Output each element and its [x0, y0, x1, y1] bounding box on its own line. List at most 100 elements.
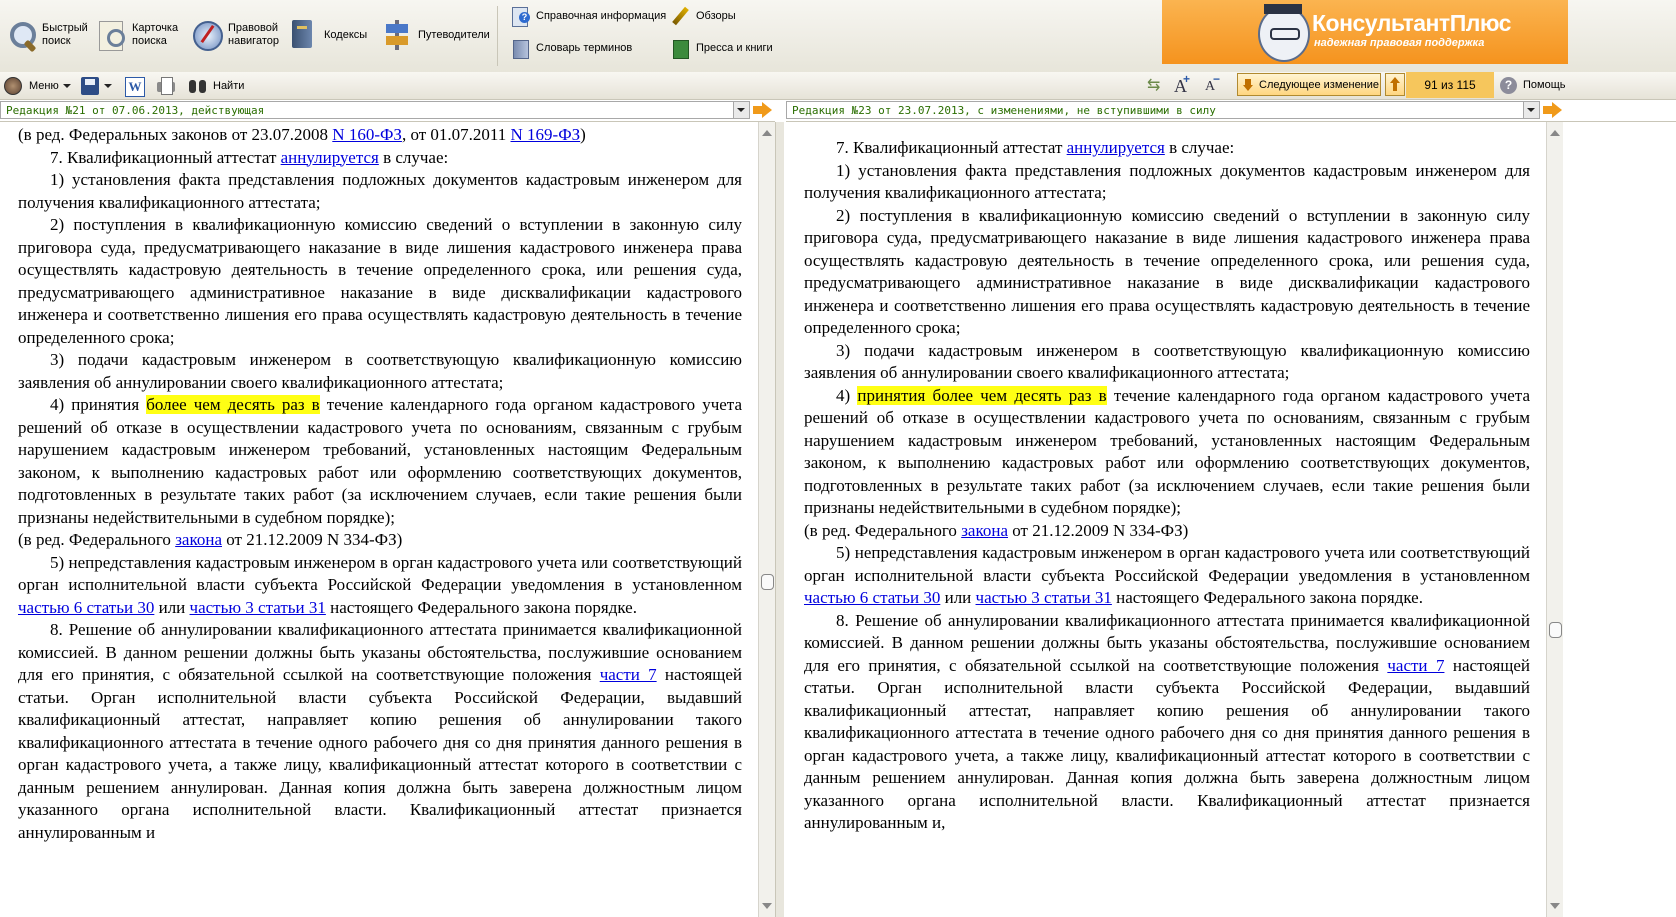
press-books-label: Пресса и книги	[696, 42, 773, 54]
right-document-text: 7. Квалификационный аттестат аннулируетс…	[804, 137, 1530, 835]
part-link[interactable]: части 7	[600, 665, 657, 684]
list-item-1: 1) установления факта представления подл…	[804, 160, 1530, 203]
quick-search-button[interactable]: Быстрый поиск	[4, 14, 88, 56]
chevron-down-icon[interactable]	[733, 102, 749, 118]
dictionary-icon	[510, 38, 530, 59]
menu-label: Меню	[29, 79, 59, 92]
right-go-arrow-icon[interactable]	[1542, 101, 1564, 119]
quick-search-label: Быстрый поиск	[42, 22, 88, 47]
scroll-thumb[interactable]	[1549, 622, 1562, 638]
scroll-up-icon[interactable]	[1550, 130, 1560, 136]
left-go-arrow-icon[interactable]	[752, 101, 774, 119]
article-link[interactable]: частью 3 статьи 31	[190, 598, 326, 617]
consultant-plus-logo: КонсультантПлюс надежная правовая поддер…	[1162, 0, 1568, 64]
printer-icon	[156, 76, 176, 96]
card-search-button[interactable]: Карточка поиска	[94, 14, 178, 56]
annulment-link[interactable]: аннулируется	[1067, 138, 1165, 157]
previous-change-button[interactable]	[1385, 73, 1405, 96]
amendment-note: (в ред. Федерального закона от 21.12.200…	[18, 530, 403, 549]
menu-button[interactable]: Меню	[3, 75, 71, 96]
find-label: Найти	[213, 79, 245, 92]
signpost-icon	[380, 18, 414, 52]
right-scrollbar[interactable]	[1546, 122, 1563, 917]
toolbar-divider	[497, 6, 498, 66]
law-link[interactable]: закона	[961, 521, 1008, 540]
next-change-button[interactable]: Следующее изменение	[1237, 73, 1381, 96]
zoom-in-button[interactable]	[1172, 72, 1192, 97]
scroll-down-icon[interactable]	[762, 903, 772, 909]
legal-navigator-label: Правовой навигатор	[228, 22, 279, 47]
print-button[interactable]	[156, 75, 176, 96]
sync-arrows-icon	[1146, 75, 1166, 96]
left-edition-select[interactable]: Редакция №21 от 07.06.2013, действующая	[0, 101, 750, 119]
word-icon	[124, 76, 145, 97]
help-icon: ?	[1500, 76, 1517, 94]
part-link[interactable]: части 7	[1387, 656, 1444, 675]
professor-mascot-icon	[1258, 4, 1310, 62]
right-edition-select[interactable]: Редакция №23 от 23.07.2013, с изменениям…	[786, 101, 1540, 119]
list-item-4: 4) принятия более чем десять раз в течен…	[18, 395, 742, 527]
reference-info-icon	[510, 6, 530, 27]
chevron-down-icon	[104, 83, 112, 88]
left-edition-bar: Редакция №21 от 07.06.2013, действующая	[0, 100, 775, 122]
list-item-3: 3) подачи кадастровым инженером в соотве…	[804, 340, 1530, 383]
press-books-button[interactable]: Пресса и книги	[670, 38, 773, 59]
right-edition-value: Редакция №23 от 23.07.2013, с изменениям…	[792, 103, 1216, 117]
books-icon	[670, 38, 690, 59]
right-document-pane[interactable]: 7. Квалификационный аттестат аннулируетс…	[784, 122, 1546, 917]
scroll-up-icon[interactable]	[762, 130, 772, 136]
find-button[interactable]: Найти	[188, 75, 244, 96]
changed-text-highlight: более чем десять раз в	[146, 395, 320, 414]
changed-text-highlight: принятия более чем десять раз в	[857, 385, 1107, 405]
next-change-label: Следующее изменение	[1259, 78, 1380, 91]
codes-button[interactable]: Кодексы	[286, 14, 367, 56]
law-link[interactable]: N 169-ФЗ	[511, 125, 581, 144]
left-scrollbar[interactable]	[758, 122, 775, 917]
article-link[interactable]: частью 6 статьи 30	[804, 588, 940, 607]
list-item-1: 1) установления факта представления подл…	[18, 170, 742, 212]
amendment-note: (в ред. Федеральных законов от 23.07.200…	[18, 125, 586, 144]
glossary-label: Словарь терминов	[536, 42, 633, 54]
paragraph-7: 7. Квалификационный аттестат аннулируетс…	[836, 138, 1235, 157]
annulment-link[interactable]: аннулируется	[281, 148, 379, 167]
amendment-note: (в ред. Федерального закона от 21.12.200…	[804, 520, 1189, 540]
magnifier-icon	[4, 18, 38, 52]
help-button[interactable]: ? Помощь	[1500, 75, 1566, 95]
reference-info-button[interactable]: Справочная информация	[510, 6, 667, 27]
reference-info-label: Справочная информация	[536, 10, 667, 22]
compass-icon	[190, 18, 224, 52]
scroll-thumb[interactable]	[761, 574, 774, 590]
guides-button[interactable]: Путеводители	[380, 14, 490, 56]
zoom-out-button[interactable]	[1202, 72, 1222, 96]
list-item-2: 2) поступления в квалификационную комисс…	[18, 215, 742, 347]
export-word-button[interactable]	[124, 75, 145, 97]
save-button[interactable]	[80, 75, 112, 96]
law-link[interactable]: закона	[175, 530, 222, 549]
binoculars-icon	[188, 76, 208, 96]
pen-icon	[670, 6, 690, 26]
chevron-down-icon[interactable]	[1523, 102, 1539, 118]
codex-book-icon	[286, 18, 320, 52]
paragraph-7: 7. Квалификационный аттестат аннулируетс…	[50, 147, 449, 167]
left-document-pane[interactable]: (в ред. Федеральных законов от 23.07.200…	[0, 122, 758, 917]
article-link[interactable]: частью 6 статьи 30	[18, 598, 154, 617]
brand-tagline: надежная правовая поддержка	[1314, 37, 1485, 49]
legal-navigator-button[interactable]: Правовой навигатор	[190, 14, 279, 56]
glossary-button[interactable]: Словарь терминов	[510, 38, 633, 59]
article-link[interactable]: частью 3 статьи 31	[976, 588, 1112, 607]
scroll-down-icon[interactable]	[1550, 903, 1560, 909]
law-link[interactable]: N 160-ФЗ	[332, 125, 402, 144]
card-search-label: Карточка поиска	[132, 22, 179, 47]
sync-panes-button[interactable]	[1146, 75, 1166, 96]
right-edition-bar: Редакция №23 от 23.07.2013, с изменениям…	[786, 100, 1676, 122]
search-card-icon	[94, 18, 128, 52]
menu-icon	[3, 76, 23, 96]
reviews-button[interactable]: Обзоры	[670, 6, 736, 26]
font-decrease-icon	[1202, 72, 1222, 96]
main-toolbar: Быстрый поиск Карточка поиска Правовой н…	[0, 0, 1676, 73]
paragraph-8: 8. Решение об аннулировании квалификацио…	[804, 610, 1531, 833]
change-counter: 91 из 115	[1406, 72, 1494, 98]
arrow-down-icon	[1243, 78, 1253, 91]
left-edition-value: Редакция №21 от 07.06.2013, действующая	[6, 103, 265, 117]
paragraph-8: 8. Решение об аннулировании квалификацио…	[18, 620, 742, 842]
